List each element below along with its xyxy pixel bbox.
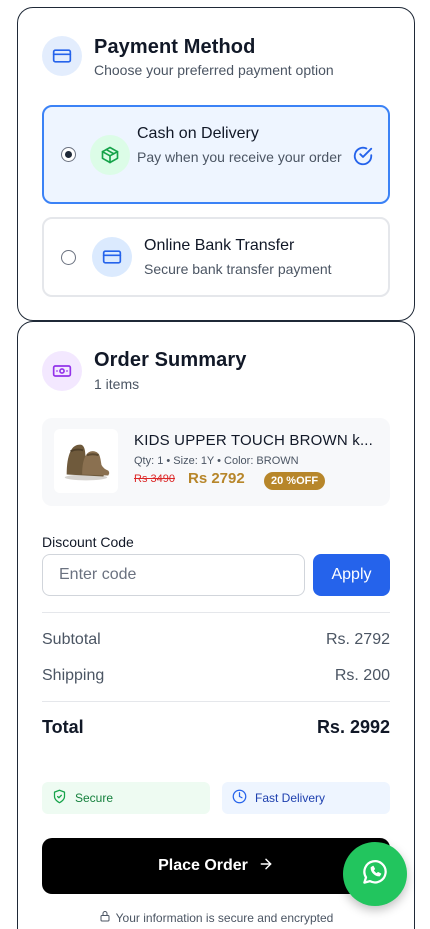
lock-icon [99, 910, 116, 925]
secure-note-text: Your information is secure and encrypted [115, 910, 334, 925]
whatsapp-button[interactable] [343, 842, 407, 906]
credit-card-icon [42, 36, 82, 76]
total-label: Total [42, 717, 84, 737]
payment-method-title: Payment Method [94, 36, 256, 58]
banknote-icon [42, 351, 82, 391]
discount-code-input[interactable] [42, 554, 305, 596]
order-summary-card: Order Summary 1 items KIDS UPPER TOUCH B… [17, 321, 415, 929]
payment-option-cod[interactable]: Cash on Delivery Pay when you receive yo… [42, 105, 390, 204]
place-order-button[interactable]: Place Order [42, 838, 390, 894]
payment-option-bank-transfer[interactable]: Online Bank Transfer Secure bank transfe… [42, 217, 390, 297]
arrow-right-icon [248, 856, 274, 877]
credit-card-icon [92, 237, 132, 277]
cod-subtitle: Pay when you receive your order [137, 149, 342, 165]
shipping-label: Shipping [42, 667, 105, 684]
discount-badge: 20 %OFF [264, 472, 326, 490]
bank-transfer-subtitle: Secure bank transfer payment [144, 261, 332, 277]
cod-radio[interactable] [61, 147, 76, 162]
divider [42, 701, 390, 702]
secure-badge-label: Secure [75, 791, 114, 805]
bank-transfer-radio[interactable] [61, 250, 76, 265]
order-summary-title: Order Summary [94, 349, 247, 371]
item-count: 1 items [94, 376, 140, 392]
product-image [54, 429, 118, 493]
shipping-value: Rs. 200 [334, 667, 390, 684]
check-circle-icon [352, 145, 374, 172]
payment-method-subtitle: Choose your preferred payment option [94, 62, 334, 78]
place-order-label: Place Order [158, 857, 248, 874]
secure-note: Your information is secure and encrypted [18, 910, 414, 925]
cod-title: Cash on Delivery [137, 125, 259, 142]
fast-delivery-badge: Fast Delivery [222, 782, 390, 814]
product-name: KIDS UPPER TOUCH BROWN k... [134, 432, 374, 449]
subtotal-label: Subtotal [42, 631, 101, 648]
discount-code-label: Discount Code [42, 534, 134, 550]
sale-price: Rs 2792 [188, 470, 245, 487]
fast-delivery-label: Fast Delivery [255, 791, 326, 805]
subtotal-value: Rs. 2792 [325, 631, 390, 648]
original-price: Rs 3490 [134, 473, 175, 485]
shield-check-icon [52, 789, 75, 807]
total-value: Rs. 2992 [316, 717, 390, 737]
package-icon [90, 135, 130, 175]
bank-transfer-title: Online Bank Transfer [144, 237, 295, 254]
product-meta: Qty: 1 • Size: 1Y • Color: BROWN [134, 455, 299, 467]
clock-icon [232, 789, 255, 807]
divider [42, 612, 390, 613]
apply-discount-button[interactable]: Apply [313, 554, 390, 596]
secure-badge: Secure [42, 782, 210, 814]
order-item: KIDS UPPER TOUCH BROWN k... Qty: 1 • Siz… [42, 418, 390, 506]
whatsapp-icon [360, 857, 390, 892]
payment-method-card: Payment Method Choose your preferred pay… [17, 7, 415, 321]
